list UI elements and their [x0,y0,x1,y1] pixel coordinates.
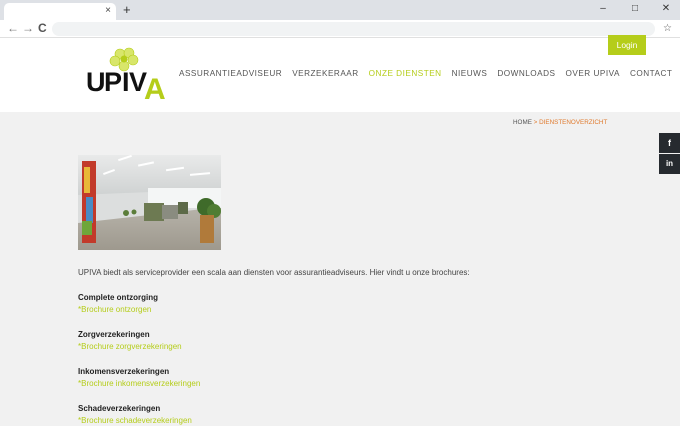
brochure-link-schadeverzekeringen[interactable]: *Brochure schadeverzekeringen [78,416,192,425]
nav-item-assurantieadviseur[interactable]: ASSURANTIEADVISEUR [179,69,282,78]
window-close-icon[interactable]: ✕ [655,2,677,16]
service-title-ontzorging: Complete ontzorging [78,293,158,302]
intro-text: UPIVA biedt als serviceprovider een scal… [78,268,470,277]
forward-icon[interactable]: → [22,21,34,36]
service-title-zorgverzekeringen: Zorgverzekeringen [78,330,150,339]
reload-icon[interactable]: C [38,21,47,36]
svg-text:U: U [86,67,106,97]
tab-close-icon[interactable]: × [105,5,111,17]
main-nav: ASSURANTIEADVISEUR VERZEKERAAR ONZE DIEN… [179,69,672,78]
nav-item-downloads[interactable]: DOWNLOADS [497,69,555,78]
nav-item-onze-diensten[interactable]: ONZE DIENSTEN [369,69,442,78]
nav-item-contact[interactable]: CONTACT [630,69,672,78]
brochure-link-zorgverzekeringen[interactable]: *Brochure zorgverzekeringen [78,342,182,351]
address-bar[interactable] [52,22,655,36]
minimize-icon[interactable]: – [592,2,614,16]
back-icon[interactable]: ← [7,21,19,36]
browser-tab-bar: × + – □ ✕ [0,0,680,20]
bookmark-star-icon[interactable]: ☆ [663,21,672,36]
brochure-link-inkomensverzekeringen[interactable]: *Brochure inkomensverzekeringen [78,379,200,388]
maximize-icon[interactable]: □ [624,2,646,16]
breadcrumb-separator: > [533,119,538,126]
brochure-link-ontzorgen[interactable]: *Brochure ontzorgen [78,305,151,314]
browser-toolbar: ← → C ☆ [0,20,680,38]
svg-text:A: A [144,73,166,101]
office-photo [78,155,221,250]
service-title-inkomensverzekeringen: Inkomensverzekeringen [78,367,170,376]
linkedin-icon[interactable]: in [659,154,680,174]
breadcrumb-home[interactable]: HOME [513,119,532,126]
breadcrumb: HOME > DIENSTENOVERZICHT [513,119,607,126]
nav-item-nieuws[interactable]: NIEUWS [452,69,488,78]
svg-text:P: P [104,67,122,97]
breadcrumb-current: DIENSTENOVERZICHT [539,119,608,126]
service-title-schadeverzekeringen: Schadeverzekeringen [78,404,161,413]
nav-item-verzekeraar[interactable]: VERZEKERAAR [292,69,358,78]
browser-tab[interactable]: × [4,3,116,20]
nav-item-over-upiva[interactable]: OVER UPIVA [566,69,620,78]
login-button[interactable]: Login [608,35,646,55]
facebook-icon[interactable]: f [659,133,680,153]
upiva-logo[interactable]: U P I V A [86,47,166,106]
new-tab-button[interactable]: + [123,2,131,18]
